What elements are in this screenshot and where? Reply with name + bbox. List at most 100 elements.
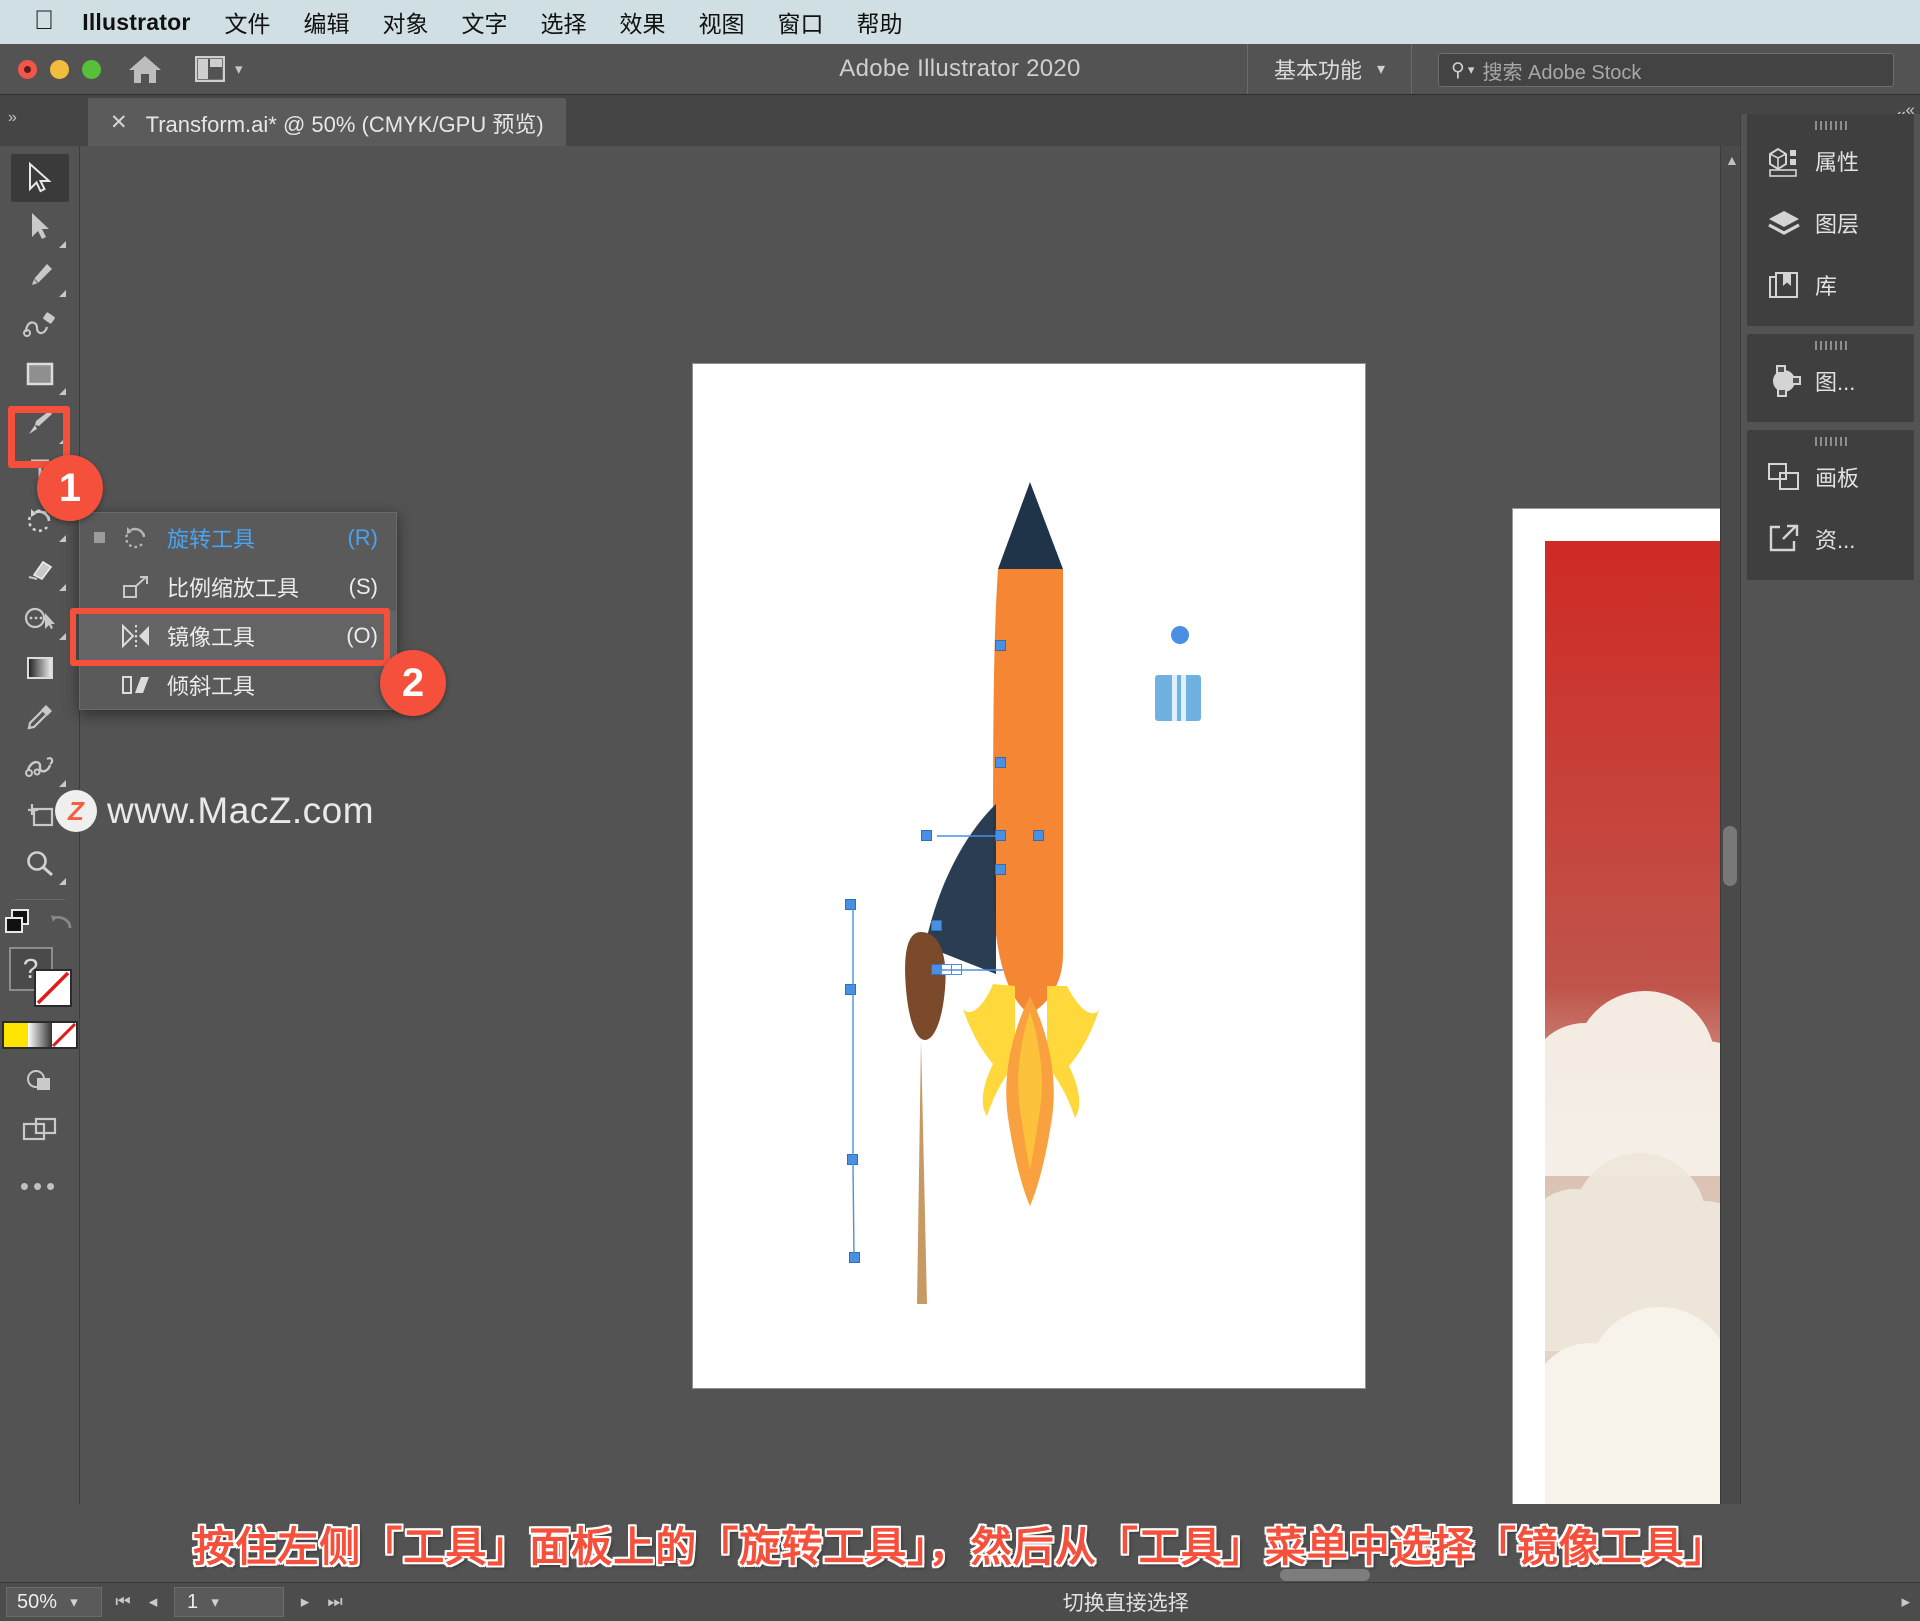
selection-anchor[interactable] (995, 864, 1006, 875)
scrollbar-thumb[interactable] (1723, 826, 1737, 886)
flyout-item-reflect-tool[interactable]: 镜像工具 (O) (80, 611, 396, 660)
flyout-shortcut-scale-tool: (S) (349, 574, 378, 600)
stroke-color-swatch[interactable] (34, 969, 72, 1007)
screen-mode-icon[interactable] (22, 1116, 58, 1149)
next-page-icon[interactable]: ▸ (290, 1592, 320, 1612)
chevron-down-icon[interactable]: ▾ (198, 1593, 232, 1611)
canvas-horizontal-scrollbar[interactable] (100, 1569, 1890, 1581)
draw-mode-icon[interactable] (24, 1067, 56, 1100)
change-screen-mode-icon[interactable] (4, 908, 34, 941)
selection-anchor[interactable] (951, 964, 962, 975)
gradient-tool[interactable] (11, 644, 69, 692)
selection-anchor[interactable] (849, 1252, 860, 1263)
color-mode-swatches[interactable] (2, 1021, 78, 1049)
eraser-tool[interactable] (11, 546, 69, 594)
chevron-down-icon: ▾ (235, 60, 243, 78)
panel-tab-properties[interactable]: 属性 (1747, 130, 1914, 192)
maximize-window-button[interactable] (82, 60, 101, 79)
direct-selection-tool[interactable] (11, 203, 69, 251)
paintbrush-tool[interactable] (11, 399, 69, 447)
panel-tab-artboards[interactable]: 画板 (1747, 446, 1914, 508)
first-page-icon[interactable]: ⏮ (108, 1592, 138, 1612)
panel-grip[interactable] (1747, 114, 1914, 130)
arrange-documents-button[interactable]: ▾ (195, 56, 243, 82)
secondary-artboard-preview[interactable] (1512, 508, 1722, 1528)
selection-tool[interactable] (11, 154, 69, 202)
undo-arrow-icon[interactable] (48, 910, 76, 939)
panel-tab-image-trace[interactable]: 图... (1747, 350, 1914, 412)
close-icon[interactable]: ✕ (110, 112, 128, 133)
rectangle-tool[interactable] (11, 350, 69, 398)
flyout-item-rotate-tool[interactable]: 旋转工具 (R) (80, 513, 396, 562)
flyout-item-shear-tool[interactable]: 倾斜工具 (80, 660, 396, 709)
selection-anchor[interactable] (847, 1154, 858, 1165)
workspace-switcher[interactable]: 基本功能 ▾ (1247, 44, 1412, 94)
close-window-button[interactable] (18, 60, 37, 79)
document-tab[interactable]: ✕ Transform.ai* @ 50% (CMYK/GPU 预览) (88, 98, 566, 147)
symbol-sprayer-tool[interactable] (11, 742, 69, 790)
panel-tab-layers[interactable]: 图层 (1747, 192, 1914, 254)
previous-page-icon[interactable]: ◂ (138, 1592, 168, 1612)
selection-anchor[interactable] (995, 640, 1006, 651)
panel-tab-libraries[interactable]: 库 (1747, 254, 1914, 316)
selection-anchor[interactable] (995, 757, 1006, 768)
chevron-down-icon[interactable]: ▾ (57, 1593, 91, 1611)
expand-panel-icon[interactable]: » (8, 109, 15, 127)
selection-anchor[interactable] (845, 984, 856, 995)
tool-flyout-indicator (59, 388, 66, 395)
last-page-icon[interactable]: ⏭ (320, 1592, 350, 1612)
panel-tab-asset-export[interactable]: 资... (1747, 508, 1914, 570)
zoom-tool[interactable] (11, 840, 69, 888)
none-swatch[interactable] (52, 1023, 76, 1047)
selection-anchor[interactable] (845, 899, 856, 910)
canvas-vertical-scrollbar[interactable]: ▲ (1720, 146, 1740, 1582)
gradient-swatch[interactable] (28, 1023, 52, 1047)
eyedropper-tool[interactable] (11, 693, 69, 741)
panel-grip[interactable] (1747, 334, 1914, 350)
selection-anchor[interactable] (995, 830, 1006, 841)
step-badge-2: 2 (380, 650, 446, 716)
scroll-up-icon[interactable]: ▲ (1725, 152, 1739, 168)
menu-item-edit[interactable]: 编辑 (304, 5, 350, 39)
selection-anchor[interactable] (1033, 830, 1044, 841)
menu-item-file[interactable]: 文件 (225, 5, 271, 39)
stock-search-box[interactable]: ⚲▾ 搜索 Adobe Stock (1438, 53, 1894, 87)
flyout-item-scale-tool[interactable]: 比例缩放工具 (S) (80, 562, 396, 611)
panel-grip[interactable] (1747, 430, 1914, 446)
panel-group-2: 图... (1747, 334, 1914, 422)
fill-stroke-controls[interactable]: ? (9, 945, 71, 1011)
rotate-tool-flyout-menu[interactable]: 旋转工具 (R) 比例缩放工具 (S) 镜像工具 (O) 倾斜工具 (79, 512, 397, 710)
menu-item-object[interactable]: 对象 (383, 5, 429, 39)
apple-icon[interactable]:  (34, 7, 54, 34)
watermark: Z www.MacZ.com (55, 790, 374, 832)
shape-builder-tool[interactable] (11, 595, 69, 643)
pen-tool[interactable] (11, 252, 69, 300)
panel-tab-label: 图... (1815, 365, 1855, 397)
artboard-number-field[interactable]: 1 ▾ (174, 1587, 284, 1617)
curvature-tool[interactable] (11, 301, 69, 349)
menu-item-view[interactable]: 视图 (699, 5, 745, 39)
selection-anchor[interactable] (921, 830, 932, 841)
menu-item-select[interactable]: 选择 (541, 5, 587, 39)
mac-menu-bar:  Illustrator 文件 编辑 对象 文字 选择 效果 视图 窗口 帮助 (0, 0, 1920, 44)
artboard-navigation-next: ▸ ⏭ (290, 1592, 350, 1612)
collapse-panel-icon[interactable]: « (1906, 100, 1912, 120)
artboard[interactable] (693, 364, 1365, 1388)
more-options-icon[interactable]: ••• (20, 1171, 59, 1202)
selection-anchor[interactable] (931, 920, 942, 931)
current-tool-marker (94, 532, 105, 543)
zoom-level-field[interactable]: 50% ▾ (6, 1587, 102, 1617)
menu-item-type[interactable]: 文字 (462, 5, 508, 39)
minimize-window-button[interactable] (50, 60, 69, 79)
app-name-label[interactable]: Illustrator (82, 9, 190, 36)
menu-item-help[interactable]: 帮助 (857, 5, 903, 39)
libraries-icon (1767, 269, 1801, 301)
color-swatch-fill[interactable] (4, 1023, 28, 1047)
status-message[interactable]: 切换直接选择 (350, 1587, 1901, 1617)
menu-item-window[interactable]: 窗口 (778, 5, 824, 39)
chevron-right-icon[interactable]: ▸ (1901, 1592, 1910, 1612)
canvas-area[interactable]: ▲ (80, 146, 1740, 1582)
menu-item-effect[interactable]: 效果 (620, 5, 666, 39)
home-icon[interactable] (127, 53, 163, 85)
scrollbar-thumb[interactable] (1280, 1569, 1370, 1581)
